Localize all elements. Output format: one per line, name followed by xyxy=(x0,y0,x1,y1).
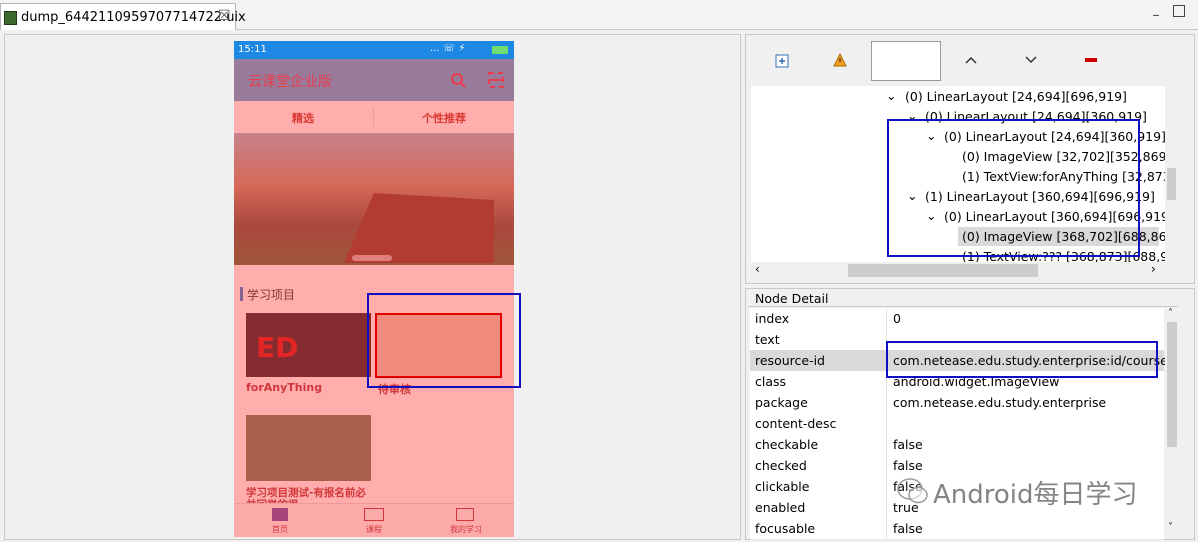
tree-vscroll[interactable] xyxy=(1165,86,1178,262)
detail-row[interactable]: content-desc xyxy=(750,413,1164,435)
wechat-logo-icon xyxy=(897,478,928,504)
detail-value: 0 xyxy=(893,311,901,326)
detail-value: false xyxy=(893,458,923,473)
annotation-box xyxy=(367,293,521,388)
detail-key: clickable xyxy=(755,479,810,494)
detail-value: false xyxy=(893,521,923,536)
detail-key: resource-id xyxy=(755,353,825,368)
detail-vscroll[interactable]: ˄ ˅ xyxy=(1165,308,1179,538)
detail-key: focusable xyxy=(755,521,816,536)
chevron-down-icon[interactable] xyxy=(1024,55,1038,65)
watermark-text: Android每日学习 xyxy=(933,480,1138,510)
tree-vscroll-thumb[interactable] xyxy=(1167,168,1176,200)
expand-all-icon[interactable] xyxy=(775,54,789,68)
detail-key: enabled xyxy=(755,500,806,515)
detail-row[interactable]: checkable false xyxy=(750,434,1164,456)
detail-key: class xyxy=(755,374,787,389)
tree-hscroll-thumb[interactable] xyxy=(848,264,1038,277)
status-time: 15:11 xyxy=(238,44,267,55)
status-bar: 15:11 ... ☏ ⚡ xyxy=(234,41,514,59)
detail-row[interactable]: package com.netease.edu.study.enterprise xyxy=(750,392,1164,414)
minus-icon[interactable] xyxy=(1085,58,1097,62)
editor-tab[interactable]: dump_6442110959707714722.uix ☒ xyxy=(0,3,246,30)
tree-toggle[interactable]: ⌄ xyxy=(886,88,896,103)
detail-key: checked xyxy=(755,458,807,473)
detail-vscroll-thumb[interactable] xyxy=(1167,322,1177,447)
scroll-up-icon[interactable]: ˄ xyxy=(1168,308,1173,319)
battery-icon xyxy=(492,46,508,54)
node-detail-title: Node Detail xyxy=(755,291,829,306)
scroll-down-icon[interactable]: ˅ xyxy=(1168,522,1173,533)
detail-key: text xyxy=(755,332,780,347)
detail-value: com.netease.edu.study.enterprise xyxy=(893,395,1107,410)
detail-key: checkable xyxy=(755,437,819,452)
tab-title: dump_6442110959707714722.uix xyxy=(21,10,246,25)
device-screenshot[interactable]: 15:11 ... ☏ ⚡ 云课堂企业版 精选 个性推荐 学习项目 ED for… xyxy=(234,41,514,537)
detail-key: content-desc xyxy=(755,416,837,431)
detail-key: index xyxy=(755,311,790,326)
detail-row[interactable]: focusable false xyxy=(750,518,1164,540)
detail-divider xyxy=(748,306,1178,307)
detail-annotation-box xyxy=(886,341,1158,378)
status-icons: ... ☏ ⚡ xyxy=(430,43,466,54)
minimize-icon[interactable]: _ xyxy=(1150,4,1162,17)
detail-value: false xyxy=(893,437,923,452)
detail-key: package xyxy=(755,395,808,410)
tree-hscroll[interactable]: ‹ › xyxy=(751,262,1165,279)
warning-icon[interactable] xyxy=(833,53,847,67)
uix-file-icon xyxy=(4,11,17,25)
chevron-up-icon[interactable] xyxy=(964,55,978,65)
tree-row[interactable]: (0) LinearLayout [24,694][696,919] xyxy=(905,89,1127,104)
close-tab-icon[interactable]: ☒ xyxy=(218,8,231,24)
detail-row[interactable]: index 0 xyxy=(750,308,1164,330)
scroll-left-icon[interactable]: ‹ xyxy=(755,262,760,276)
filter-input[interactable] xyxy=(871,41,941,81)
tree-annotation-box xyxy=(887,119,1140,257)
scroll-right-icon[interactable]: › xyxy=(1151,262,1156,276)
maximize-icon[interactable] xyxy=(1173,5,1185,17)
